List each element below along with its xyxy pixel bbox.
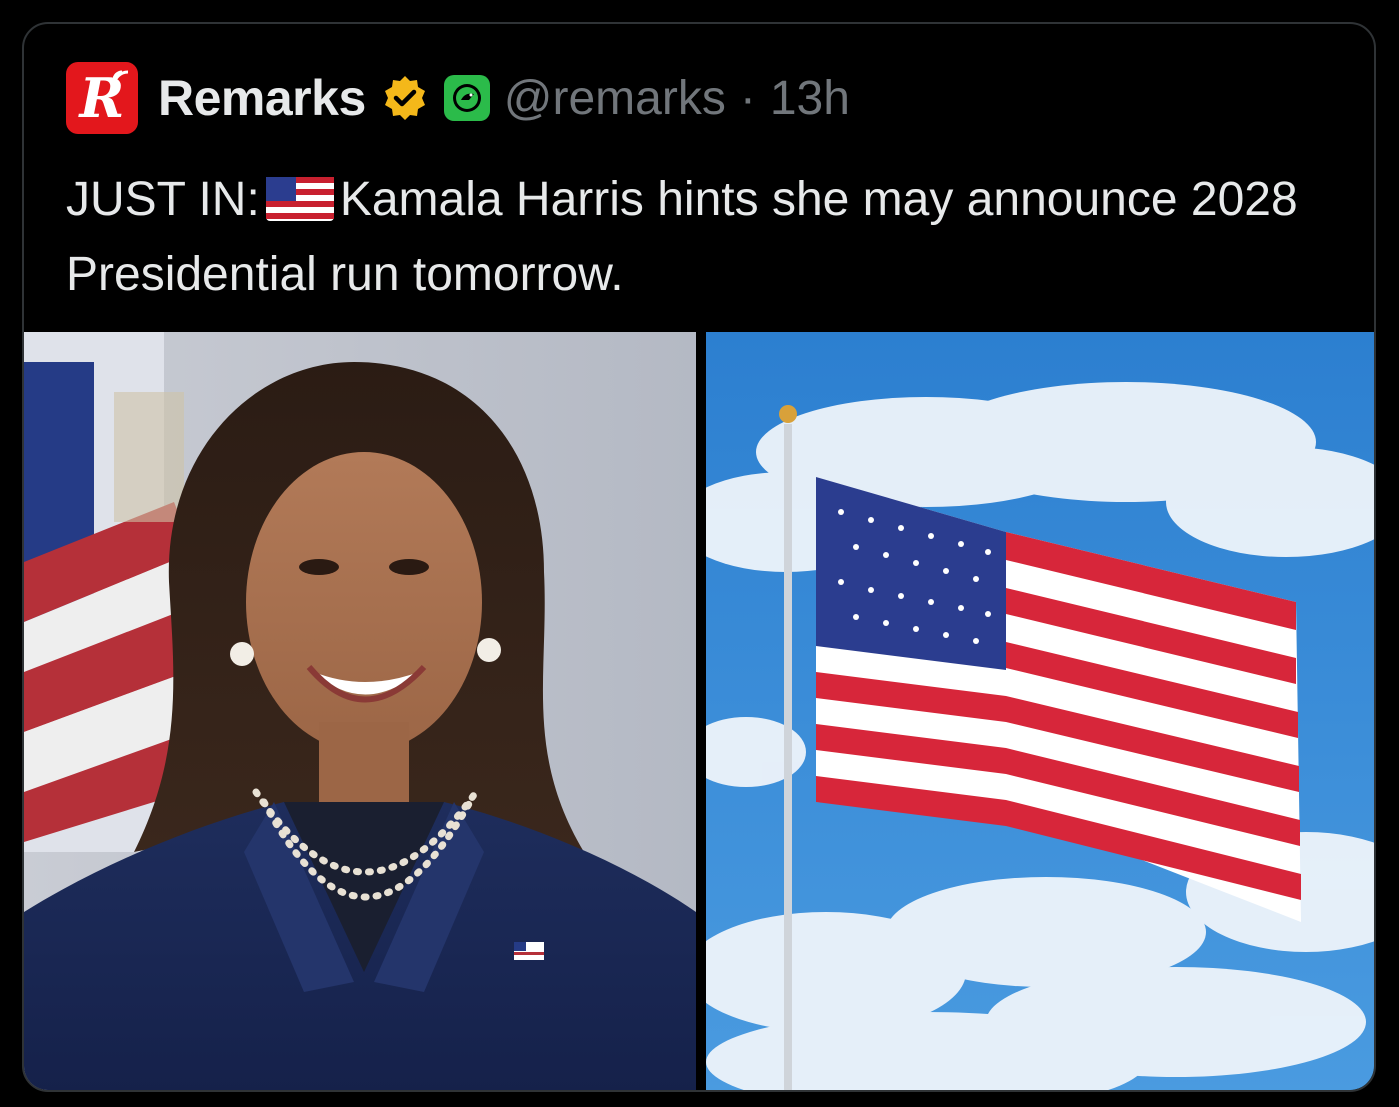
post-time[interactable]: 13h [770, 71, 850, 126]
media-grid [24, 332, 1374, 1090]
american-flag-photo[interactable] [706, 332, 1374, 1090]
tweet-text-prefix: JUST IN: [66, 173, 260, 226]
portrait-photo[interactable] [24, 332, 696, 1090]
display-name[interactable]: Remarks [158, 69, 366, 127]
tweet-card[interactable]: R Remarks @remarks · 13h JUST IN: Kamala… [22, 22, 1376, 1092]
remarks-logo[interactable]: R [66, 62, 138, 134]
tweet-header: R Remarks @remarks · 13h [66, 62, 850, 134]
verified-badge-icon [384, 76, 425, 120]
separator-dot: · [739, 71, 756, 125]
tweet-text: JUST IN: Kamala Harris hints she may ann… [66, 162, 1326, 312]
user-handle[interactable]: @remarks [504, 71, 726, 126]
us-flag-emoji-icon [265, 177, 334, 221]
affiliate-badge-icon[interactable] [443, 75, 490, 121]
broadcast-icon [112, 70, 129, 87]
